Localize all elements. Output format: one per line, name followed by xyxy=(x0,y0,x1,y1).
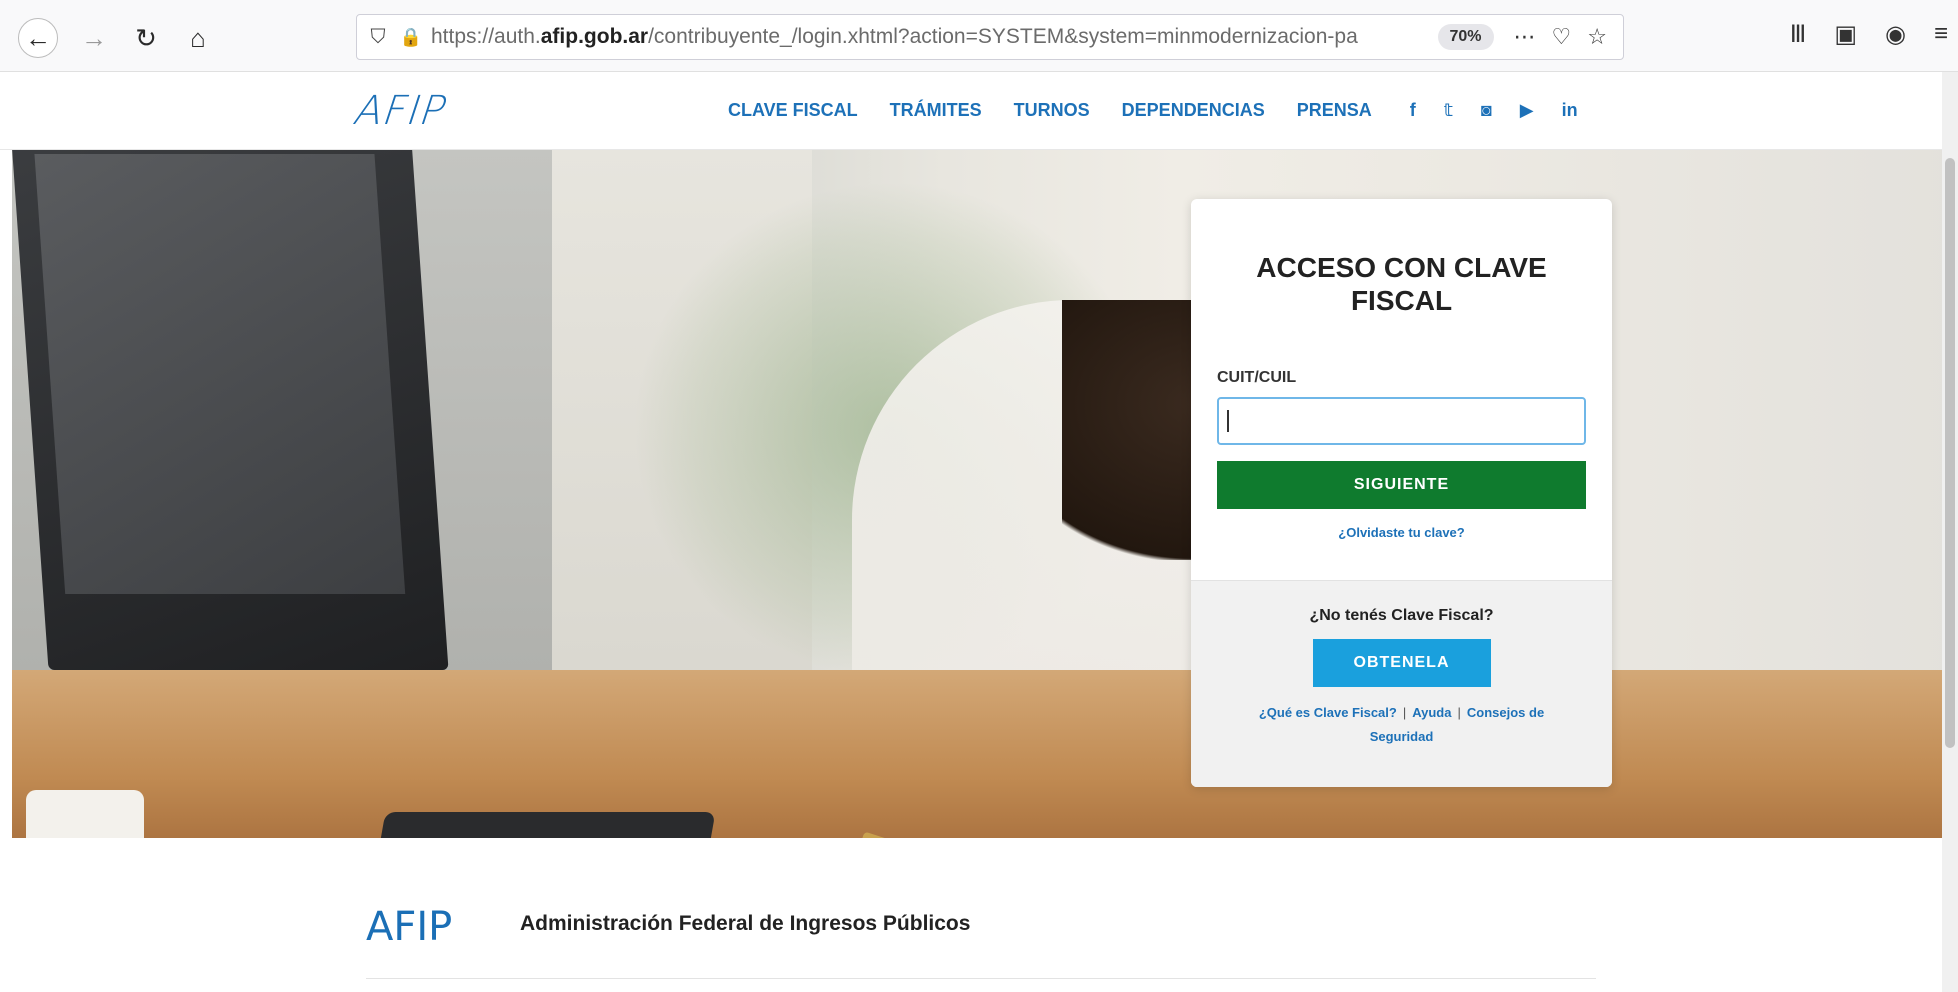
link-separator: | xyxy=(1457,705,1461,720)
pocket-icon[interactable]: ♡ xyxy=(1552,24,1572,50)
login-panel: ACCESO CON CLAVE FISCAL CUIT/CUIL SIGUIE… xyxy=(1191,199,1612,787)
browser-toolbar: ← → ↻ ⌂ ⛉ 🔒 https://auth.afip.gob.ar/con… xyxy=(0,0,1958,72)
reload-icon[interactable]: ↻ xyxy=(126,18,166,58)
social-links: f 𝕥 ◙ ▶ in xyxy=(1410,100,1578,121)
youtube-icon[interactable]: ▶ xyxy=(1520,100,1534,121)
back-icon[interactable]: ← xyxy=(18,18,58,58)
nav-tramites[interactable]: TRÁMITES xyxy=(890,100,982,121)
footer-org-name: Administración Federal de Ingresos Públi… xyxy=(520,912,971,935)
zoom-level-badge[interactable]: 70% xyxy=(1437,24,1494,50)
nav-clave-fiscal[interactable]: CLAVE FISCAL xyxy=(728,100,858,121)
next-button[interactable]: SIGUIENTE xyxy=(1217,461,1586,509)
site-header: AFIP CLAVE FISCAL TRÁMITES TURNOS DEPEND… xyxy=(0,72,1958,150)
cuit-input[interactable] xyxy=(1217,397,1586,445)
main-nav: CLAVE FISCAL TRÁMITES TURNOS DEPENDENCIA… xyxy=(728,100,1578,121)
linkedin-icon[interactable]: in xyxy=(1562,100,1578,121)
menu-icon[interactable]: ≡ xyxy=(1934,20,1948,49)
url-bar[interactable]: ⛉ 🔒 https://auth.afip.gob.ar/contribuyen… xyxy=(356,14,1624,60)
facebook-icon[interactable]: f xyxy=(1410,100,1416,121)
bookmark-star-icon[interactable]: ☆ xyxy=(1587,24,1607,50)
nav-prensa[interactable]: PRENSA xyxy=(1297,100,1372,121)
sidebar-icon[interactable]: ▣ xyxy=(1834,20,1857,49)
hero-desk xyxy=(12,670,1958,838)
forward-icon[interactable]: → xyxy=(74,18,114,58)
link-separator: | xyxy=(1402,705,1407,720)
footer-divider xyxy=(366,978,1596,979)
more-icon[interactable]: ⋯ xyxy=(1514,24,1536,50)
hero-keyboard xyxy=(362,812,716,838)
text-caret xyxy=(1227,410,1229,432)
forgot-password-link[interactable]: ¿Olvidaste tu clave? xyxy=(1217,525,1586,540)
scroll-thumb[interactable] xyxy=(1945,158,1955,748)
library-icon[interactable]: Ⅲ xyxy=(1790,20,1807,49)
url-text[interactable]: https://auth.afip.gob.ar/contribuyente_/… xyxy=(423,25,1428,49)
shield-icon[interactable]: ⛉ xyxy=(357,26,399,49)
hero-monitor-screen xyxy=(34,154,406,594)
home-icon[interactable]: ⌂ xyxy=(178,18,218,58)
cuit-label: CUIT/CUIL xyxy=(1217,369,1297,386)
lock-icon[interactable]: 🔒 xyxy=(399,27,423,48)
afip-logo[interactable]: AFIP xyxy=(349,88,454,134)
help-link[interactable]: Ayuda xyxy=(1412,705,1451,720)
hero-image xyxy=(12,150,1958,838)
twitter-icon[interactable]: 𝕥 xyxy=(1444,100,1453,121)
register-section: ¿No tenés Clave Fiscal? OBTENELA ¿Qué es… xyxy=(1191,580,1612,787)
nav-turnos[interactable]: TURNOS xyxy=(1014,100,1090,121)
hero-monitor xyxy=(12,150,449,670)
login-title: ACCESO CON CLAVE FISCAL xyxy=(1256,252,1547,316)
obtain-button[interactable]: OBTENELA xyxy=(1312,639,1491,687)
page-scrollbar[interactable] xyxy=(1942,72,1958,992)
footer-logo[interactable]: AFIP xyxy=(366,904,452,950)
account-icon[interactable]: ◉ xyxy=(1885,20,1906,49)
instagram-icon[interactable]: ◙ xyxy=(1481,100,1492,121)
no-clave-text: ¿No tenés Clave Fiscal? xyxy=(1309,607,1494,624)
login-form: ACCESO CON CLAVE FISCAL CUIT/CUIL SIGUIE… xyxy=(1191,199,1612,580)
hero-mug xyxy=(26,790,144,838)
help-links: ¿Qué es Clave Fiscal? | Ayuda | Consejos de … xyxy=(1191,701,1612,749)
what-is-clave-link[interactable]: ¿Qué es Clave Fiscal? xyxy=(1259,705,1397,720)
nav-dependencias[interactable]: DEPENDENCIAS xyxy=(1122,100,1265,121)
